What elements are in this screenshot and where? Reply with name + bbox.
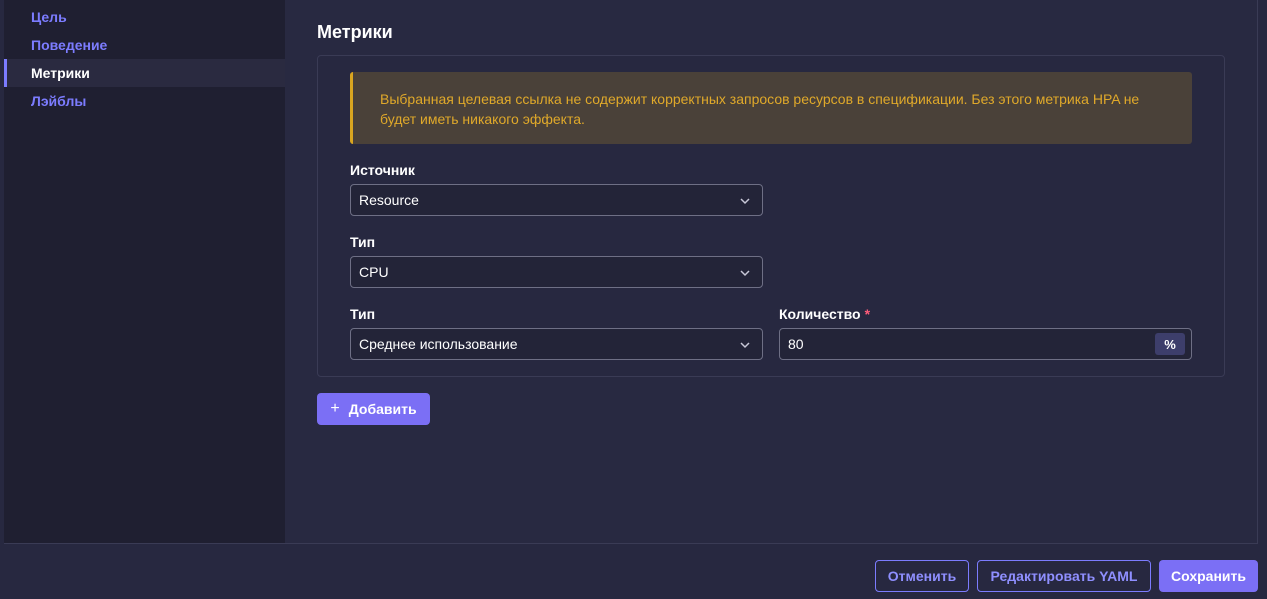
warning-banner: Выбранная целевая ссылка не содержит кор… xyxy=(350,72,1192,144)
quantity-label: Количество * xyxy=(779,306,870,322)
sidebar-item-label: Цель xyxy=(31,9,67,25)
target-type-label: Тип xyxy=(350,306,376,322)
source-select[interactable]: Resource xyxy=(350,184,763,216)
plus-icon: + xyxy=(330,400,340,417)
percent-suffix: % xyxy=(1155,333,1185,355)
quantity-input-value: 80 xyxy=(788,336,804,352)
metric-card: Выбранная целевая ссылка не содержит кор… xyxy=(317,55,1225,377)
target-type-value: Среднее использование xyxy=(359,336,518,352)
sidebar-item-labels[interactable]: Лэйблы xyxy=(4,87,285,115)
resource-type-select[interactable]: CPU xyxy=(350,256,763,288)
sidebar-item-label: Поведение xyxy=(31,37,108,53)
sidebar: Цель Поведение Метрики Лэйблы xyxy=(4,0,285,543)
chevron-down-icon xyxy=(740,198,750,205)
target-type-select[interactable]: Среднее использование xyxy=(350,328,763,360)
quantity-input[interactable]: 80 % xyxy=(779,328,1192,360)
chevron-down-icon xyxy=(740,342,750,349)
add-button-label: Добавить xyxy=(348,401,417,417)
source-label: Источник xyxy=(350,162,415,178)
resource-type-value: CPU xyxy=(359,264,389,280)
page-title: Метрики xyxy=(317,22,393,42)
sidebar-item-target[interactable]: Цель xyxy=(4,3,285,31)
source-select-value: Resource xyxy=(359,192,419,208)
cancel-button[interactable]: Отменить xyxy=(875,560,969,592)
save-button[interactable]: Сохранить xyxy=(1159,560,1258,592)
edit-yaml-button[interactable]: Редактировать YAML xyxy=(977,560,1151,592)
quantity-label-text: Количество xyxy=(779,306,861,322)
chevron-down-icon xyxy=(740,270,750,277)
sidebar-item-behavior[interactable]: Поведение xyxy=(4,31,285,59)
sidebar-item-metrics[interactable]: Метрики xyxy=(4,59,285,87)
required-mark: * xyxy=(864,306,871,322)
type-label: Тип xyxy=(350,234,376,250)
sidebar-item-label: Метрики xyxy=(31,65,90,81)
main-content: Метрики Выбранная целевая ссылка не соде… xyxy=(285,0,1258,543)
sidebar-item-label: Лэйблы xyxy=(31,93,87,109)
add-metric-button[interactable]: + Добавить xyxy=(317,393,430,425)
